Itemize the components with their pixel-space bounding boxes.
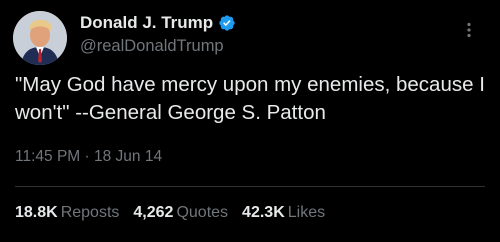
reposts-count: 18.8K bbox=[15, 204, 58, 221]
author-name-row: Donald J. Trump bbox=[80, 13, 236, 33]
meta-separator: · bbox=[84, 148, 90, 165]
tweet-time[interactable]: 11:45 PM bbox=[15, 148, 80, 165]
tweet-date[interactable]: 18 Jun 14 bbox=[94, 148, 162, 165]
likes-count: 42.3K bbox=[242, 204, 285, 221]
avatar[interactable] bbox=[13, 11, 67, 65]
avatar-portrait-icon bbox=[13, 11, 67, 65]
tweet-timestamp: 11:45 PM · 18 Jun 14 bbox=[15, 148, 162, 166]
tweet-text: "May God have mercy upon my enemies, bec… bbox=[15, 73, 485, 124]
display-name[interactable]: Donald J. Trump bbox=[80, 13, 213, 33]
verified-badge-icon[interactable] bbox=[218, 14, 236, 32]
likes-label: Likes bbox=[287, 204, 326, 221]
quotes-label: Quotes bbox=[176, 204, 229, 221]
engagement-stats: 18.8K Reposts 4,262 Quotes 42.3K Likes bbox=[15, 204, 339, 222]
divider bbox=[15, 186, 485, 187]
reposts-stat[interactable]: 18.8K Reposts bbox=[15, 204, 119, 222]
quotes-stat[interactable]: 4,262 Quotes bbox=[133, 204, 228, 222]
quotes-count: 4,262 bbox=[133, 204, 174, 221]
author-handle[interactable]: @realDonaldTrump bbox=[80, 37, 224, 56]
more-options-icon[interactable] bbox=[460, 21, 478, 39]
tweet-card: Donald J. Trump @realDonaldTrump "May Go… bbox=[0, 0, 500, 242]
likes-stat[interactable]: 42.3K Likes bbox=[242, 204, 325, 222]
reposts-label: Reposts bbox=[60, 204, 120, 221]
